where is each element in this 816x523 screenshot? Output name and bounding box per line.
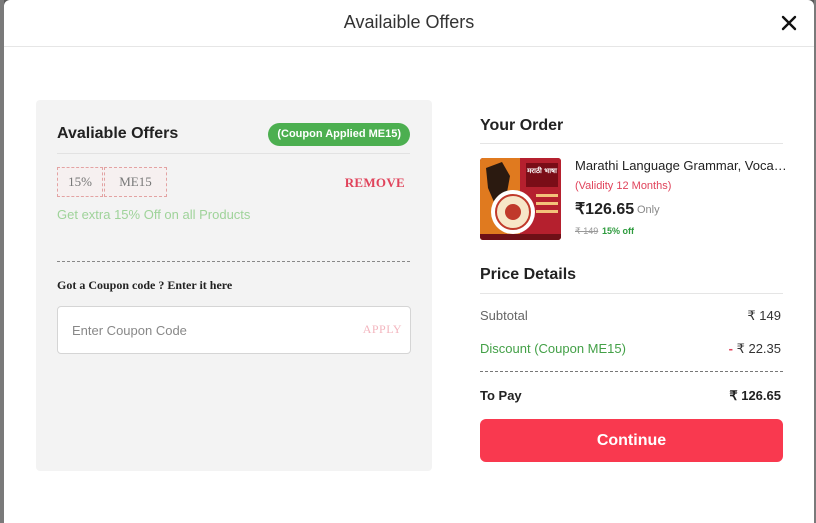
product-discount-percent: 15% off — [602, 226, 635, 236]
discount-label: Discount (Coupon ME15) — [480, 341, 626, 356]
divider — [480, 293, 783, 294]
coupon-code-input[interactable] — [70, 307, 344, 353]
price-details-title: Price Details — [480, 266, 577, 283]
offers-modal: Availaible Offers Avaliable Offers (Coup… — [4, 0, 814, 523]
product-validity: (Validity 12 Months) — [575, 180, 672, 192]
dashed-divider — [480, 371, 783, 372]
product-thumbnail-image: मराठी भाषा — [480, 158, 561, 240]
product-mrp: ₹ 149 — [575, 226, 599, 236]
coupon-entry-box: APPLY — [57, 306, 411, 354]
close-button[interactable] — [778, 12, 800, 34]
discount-sign: - — [728, 341, 733, 356]
coupon-prompt: Got a Coupon code ? Enter it here — [57, 278, 233, 292]
product-price: ₹126.65 — [575, 201, 635, 218]
to-pay-label: To Pay — [480, 388, 522, 403]
discount-value-row: - ₹ 22.35 — [729, 341, 781, 357]
subtotal-value: ₹ 149 — [747, 308, 781, 323]
divider — [480, 143, 783, 144]
divider — [57, 153, 410, 154]
modal-title: Availaible Offers — [343, 12, 475, 32]
continue-button[interactable]: Continue — [480, 419, 783, 462]
offer-description: Get extra 15% Off on all Products — [57, 207, 251, 222]
subtotal-label: Subtotal — [480, 308, 528, 323]
modal-header: Availaible Offers — [4, 0, 814, 47]
offers-panel-title: Avaliable Offers — [57, 125, 179, 142]
coupon-applied-badge: (Coupon Applied ME15) — [268, 123, 410, 146]
close-icon — [781, 15, 797, 31]
your-order-title: Your Order — [480, 117, 564, 134]
product-name: Marathi Language Grammar, Vocabulary — [575, 158, 787, 173]
price-suffix: Only — [637, 204, 660, 216]
to-pay-value: ₹ 126.65 — [729, 388, 781, 403]
product-thumbnail-text: मराठी भाषा — [526, 166, 558, 175]
coupon-code-chip: ME15 — [104, 167, 167, 197]
remove-coupon-button[interactable]: REMOVE — [345, 175, 405, 191]
dashed-divider — [57, 261, 410, 262]
apply-coupon-button[interactable]: APPLY — [363, 322, 402, 337]
coupon-percent-chip: 15% — [57, 167, 103, 197]
discount-value: ₹ 22.35 — [736, 341, 781, 356]
available-offers-panel: Avaliable Offers (Coupon Applied ME15) 1… — [36, 100, 432, 471]
product-thumbnail: मराठी भाषा — [480, 158, 561, 240]
